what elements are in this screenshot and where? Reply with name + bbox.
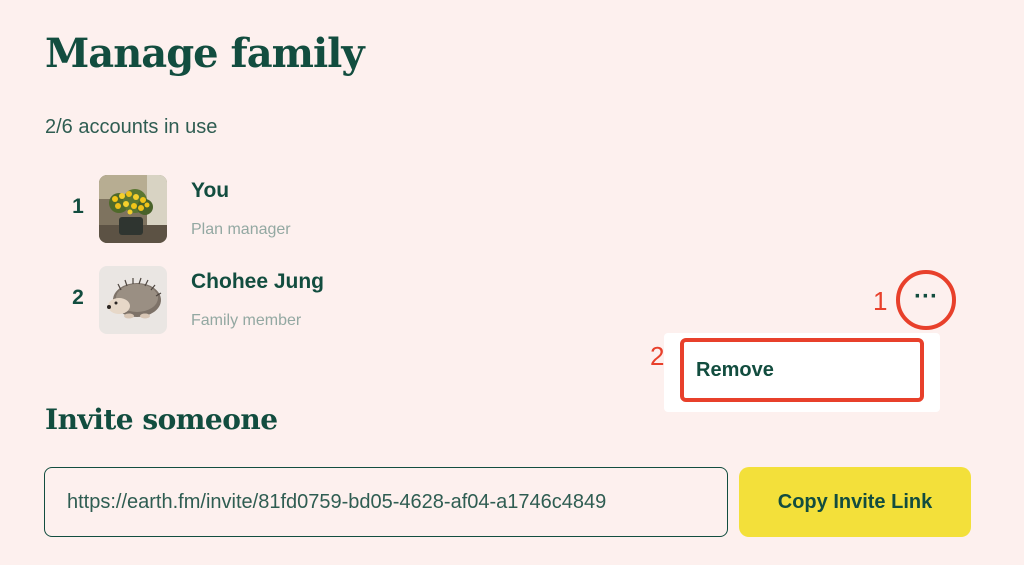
remove-member-menu-item[interactable]: Remove <box>680 338 924 402</box>
annotation-step-2: 2 <box>650 341 665 371</box>
hedgehog-image <box>99 266 167 334</box>
flower-pot-image <box>99 175 167 243</box>
member-name: Chohee Jung <box>191 270 325 293</box>
copy-invite-link-button[interactable]: Copy Invite Link <box>739 467 971 537</box>
more-options-button[interactable]: ··· <box>896 270 956 330</box>
more-horizontal-icon: ··· <box>914 282 938 310</box>
member-name: You <box>191 179 230 202</box>
member-context-menu: Remove <box>664 333 940 412</box>
invite-link-field[interactable] <box>44 467 728 537</box>
member-row: 1 You Plan manager <box>0 175 1024 245</box>
accounts-usage: 2/6 accounts in use <box>45 116 218 138</box>
member-role: Plan manager <box>191 221 291 238</box>
avatar <box>99 175 167 243</box>
member-role: Family member <box>191 312 302 329</box>
invite-section-title: Invite someone <box>45 403 278 436</box>
avatar <box>99 266 167 334</box>
page-title: Manage family <box>45 30 365 77</box>
member-index: 2 <box>72 286 84 309</box>
member-index: 1 <box>72 195 84 218</box>
member-row: 2 Chohee Jung Family member <box>0 266 1024 336</box>
annotation-step-1: 1 <box>873 286 888 316</box>
